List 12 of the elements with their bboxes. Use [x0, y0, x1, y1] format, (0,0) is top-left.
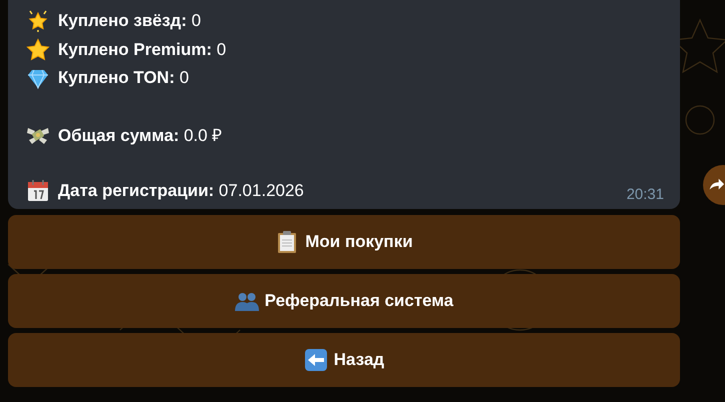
info-line: Общая сумма: 0.0 ₽ — [58, 125, 222, 146]
info-line: Куплено TON: 0 — [58, 68, 189, 88]
keyboard-button[interactable]: Назад — [8, 333, 680, 387]
star-icon — [26, 38, 50, 62]
glowing-star-icon — [26, 9, 50, 34]
keyboard-button[interactable]: Реферальная система — [8, 274, 680, 328]
message-time: 20:31 — [626, 186, 664, 203]
calendar-icon — [26, 179, 50, 204]
info-line: Куплено звёзд: 0 — [58, 11, 201, 32]
info-line: Дата регистрации: 07.01.2026 — [58, 181, 304, 202]
info-line: Куплено Premium: 0 — [58, 40, 226, 60]
keyboard-button[interactable]: Мои покупки — [8, 215, 680, 269]
